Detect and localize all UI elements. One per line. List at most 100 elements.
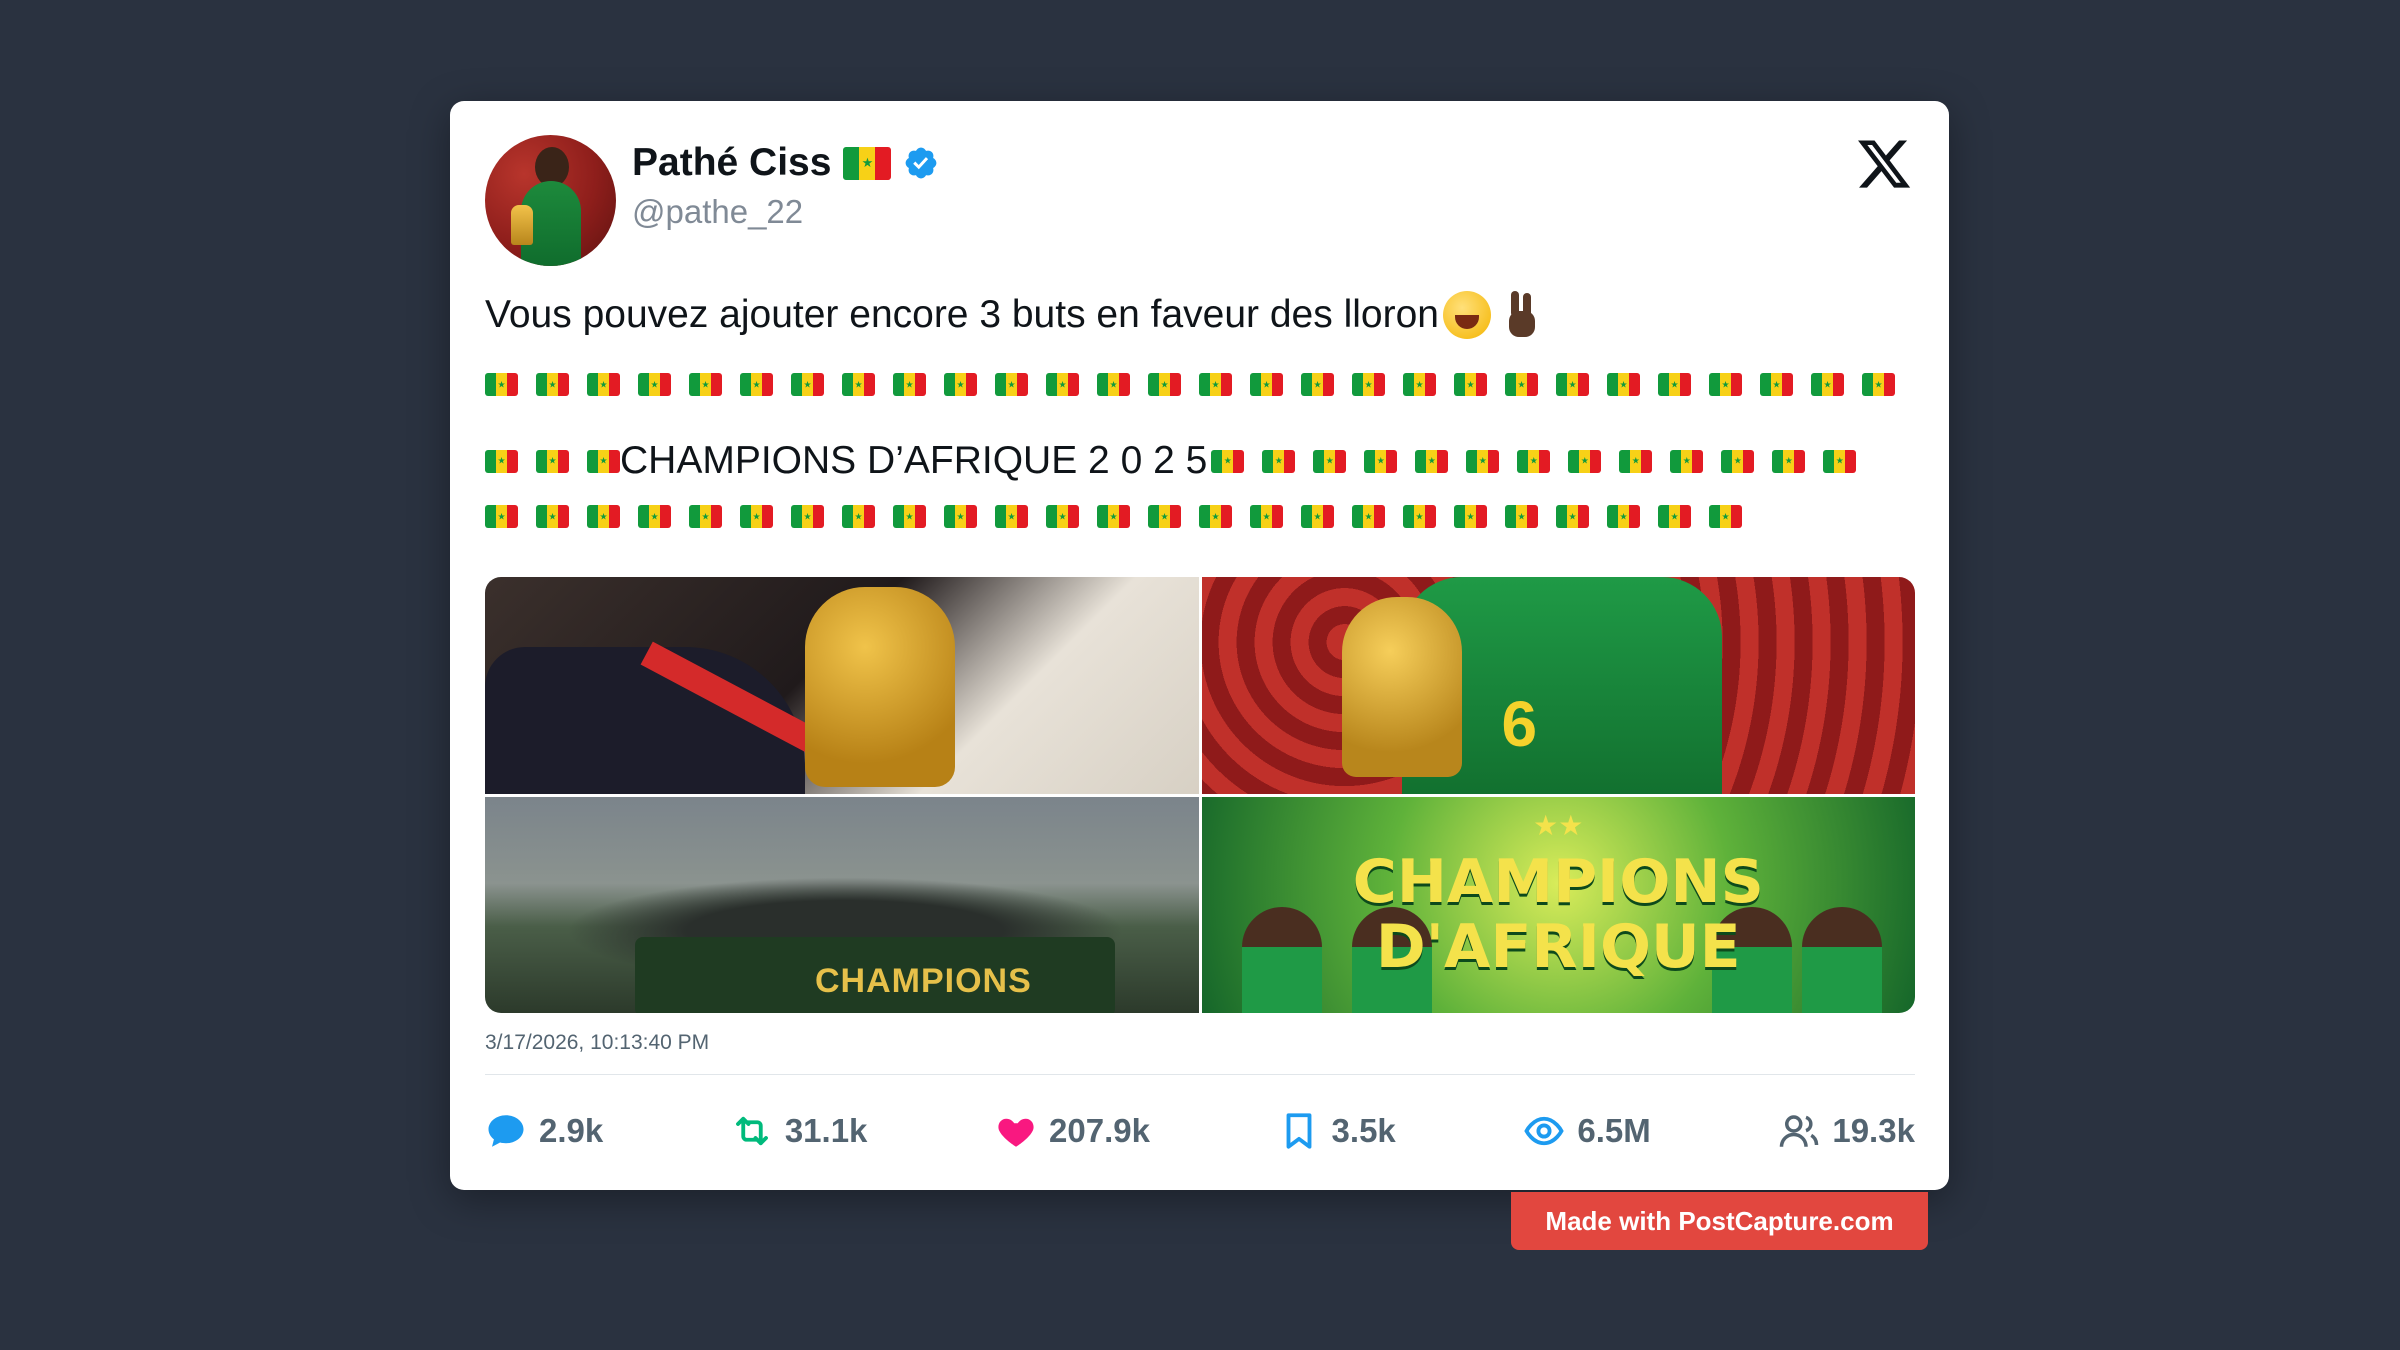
media-photo-trophy-closeup[interactable]	[485, 577, 1199, 794]
media-photo-player-with-trophy[interactable]: 6	[1201, 577, 1915, 794]
senegal-flag-icon	[893, 373, 926, 396]
retweet-count: 31.1k	[784, 1112, 868, 1149]
senegal-flag-icon	[1670, 449, 1704, 473]
bookmark-stat[interactable]: 3.5k	[1278, 1110, 1396, 1152]
author-name[interactable]: Pathé Ciss	[632, 141, 831, 185]
media-photo-bus-parade[interactable]: CHAMPIONS	[485, 796, 1199, 1013]
senegal-flag-icon	[893, 505, 926, 528]
senegal-flag-icon	[1364, 449, 1398, 473]
senegal-flag-icon	[944, 373, 977, 396]
senegal-flag-icon	[1556, 505, 1589, 528]
senegal-flag-icon	[1250, 373, 1283, 396]
verified-badge-icon	[906, 147, 937, 179]
senegal-flag-icon	[689, 505, 722, 528]
senegal-flag-icon	[1211, 449, 1245, 473]
bookmark-count: 3.5k	[1331, 1112, 1396, 1149]
like-count: 207.9k	[1049, 1112, 1150, 1149]
senegal-flag-icon	[638, 505, 671, 528]
bookmark-icon	[1286, 1113, 1311, 1149]
views-count: 6.5M	[1577, 1112, 1651, 1149]
poster-headline-bottom: D'AFRIQUE	[1375, 911, 1741, 982]
senegal-flag-icon	[1250, 505, 1283, 528]
senegal-flag-icon	[842, 373, 875, 396]
senegal-flag-icon	[1862, 373, 1895, 396]
eye-icon	[1524, 1116, 1565, 1146]
senegal-flag-icon	[536, 373, 569, 396]
senegal-flag-icon	[1352, 373, 1385, 396]
senegal-flag-icon	[1556, 373, 1589, 396]
senegal-flag-icon	[995, 373, 1028, 396]
followers-stat[interactable]: 19.3k	[1778, 1110, 1915, 1152]
divider	[485, 1074, 1915, 1075]
senegal-flag-icon	[1607, 505, 1640, 528]
senegal-flag-icon	[689, 373, 722, 396]
trophy-shape	[805, 587, 955, 787]
senegal-flag-icon	[1097, 373, 1130, 396]
postcapture-watermark[interactable]: Made with PostCapture.com	[1511, 1192, 1928, 1250]
tweet-flags-line-2	[485, 373, 1913, 396]
senegal-flag-icon	[485, 505, 518, 528]
senegal-flag-icon	[1619, 449, 1653, 473]
senegal-flag-icon	[843, 146, 892, 180]
senegal-flag-icon	[1505, 373, 1538, 396]
senegal-flag-icon	[1568, 449, 1602, 473]
jersey-number: 6	[1501, 688, 1538, 760]
senegal-flag-icon	[1811, 373, 1844, 396]
author-avatar[interactable]	[485, 135, 616, 266]
heart-icon	[998, 1118, 1034, 1147]
retweet-icon	[735, 1116, 768, 1146]
senegal-flag-icon	[1199, 373, 1232, 396]
victory-hand-icon	[1503, 291, 1539, 339]
tweet-timestamp[interactable]: 3/17/2026, 10:13:40 PM	[485, 1031, 709, 1055]
senegal-flag-icon	[1454, 373, 1487, 396]
senegal-flag-icon	[1301, 373, 1334, 396]
senegal-flag-icon	[842, 505, 875, 528]
reply-stat[interactable]: 2.9k	[485, 1110, 603, 1152]
senegal-flag-icon	[1199, 505, 1232, 528]
reply-bubble-icon	[488, 1115, 524, 1147]
bus-banner-text: CHAMPIONS	[815, 961, 1032, 1000]
senegal-flag-icon	[485, 373, 518, 396]
senegal-flag-icon	[1454, 505, 1487, 528]
senegal-flag-icon	[587, 449, 620, 473]
reply-count: 2.9k	[539, 1112, 604, 1149]
senegal-flag-icon	[485, 449, 518, 473]
senegal-flag-icon	[1823, 449, 1857, 473]
retweet-stat[interactable]: 31.1k	[731, 1110, 868, 1152]
followers-count: 19.3k	[1832, 1112, 1915, 1149]
senegal-flag-icon	[587, 505, 620, 528]
senegal-flag-icon	[1721, 449, 1755, 473]
media-grid: 6 CHAMPIONS ★★ CHAMPIONS D'AFRIQUE	[485, 577, 1915, 1013]
senegal-flag-icon	[1517, 449, 1551, 473]
senegal-flag-icon	[1772, 449, 1806, 473]
author-name-row: Pathé Ciss	[632, 141, 939, 185]
senegal-flag-icon	[791, 505, 824, 528]
author-handle[interactable]: @pathe_22	[632, 193, 803, 231]
senegal-flag-icon	[638, 373, 671, 396]
senegal-flag-icon	[1148, 373, 1181, 396]
senegal-flag-icon	[1046, 505, 1079, 528]
face-with-tears-of-joy-icon	[1442, 291, 1491, 339]
senegal-flag-icon	[1301, 505, 1334, 528]
senegal-flag-icon	[1466, 449, 1500, 473]
tweet-text-line-1: Vous pouvez ajouter encore 3 buts en fav…	[485, 291, 1539, 339]
senegal-flag-icon	[1760, 373, 1793, 396]
x-logo-icon[interactable]	[1855, 135, 1913, 193]
like-stat[interactable]: 207.9k	[995, 1110, 1150, 1152]
tweet-text: Vous pouvez ajouter encore 3 buts en fav…	[485, 293, 1439, 336]
poster-headline-top: CHAMPIONS	[1352, 846, 1764, 917]
users-icon	[1780, 1115, 1819, 1147]
views-stat[interactable]: 6.5M	[1523, 1110, 1651, 1152]
senegal-flag-icon	[587, 373, 620, 396]
senegal-flag-icon	[1403, 373, 1436, 396]
senegal-flag-icon	[1313, 449, 1347, 473]
champions-text: CHAMPIONS D’AFRIQUE 2 0 2 5	[620, 439, 1208, 482]
senegal-flag-icon	[1709, 373, 1742, 396]
senegal-flag-icon	[995, 505, 1028, 528]
senegal-flag-icon	[1709, 505, 1742, 528]
trophy-shape	[1341, 597, 1462, 777]
media-photo-champions-poster[interactable]: ★★ CHAMPIONS D'AFRIQUE	[1201, 796, 1915, 1013]
tweet-text-line-3: CHAMPIONS D’AFRIQUE 2 0 2 5	[485, 439, 1874, 483]
senegal-flag-icon	[1352, 505, 1385, 528]
senegal-flag-icon	[1097, 505, 1130, 528]
